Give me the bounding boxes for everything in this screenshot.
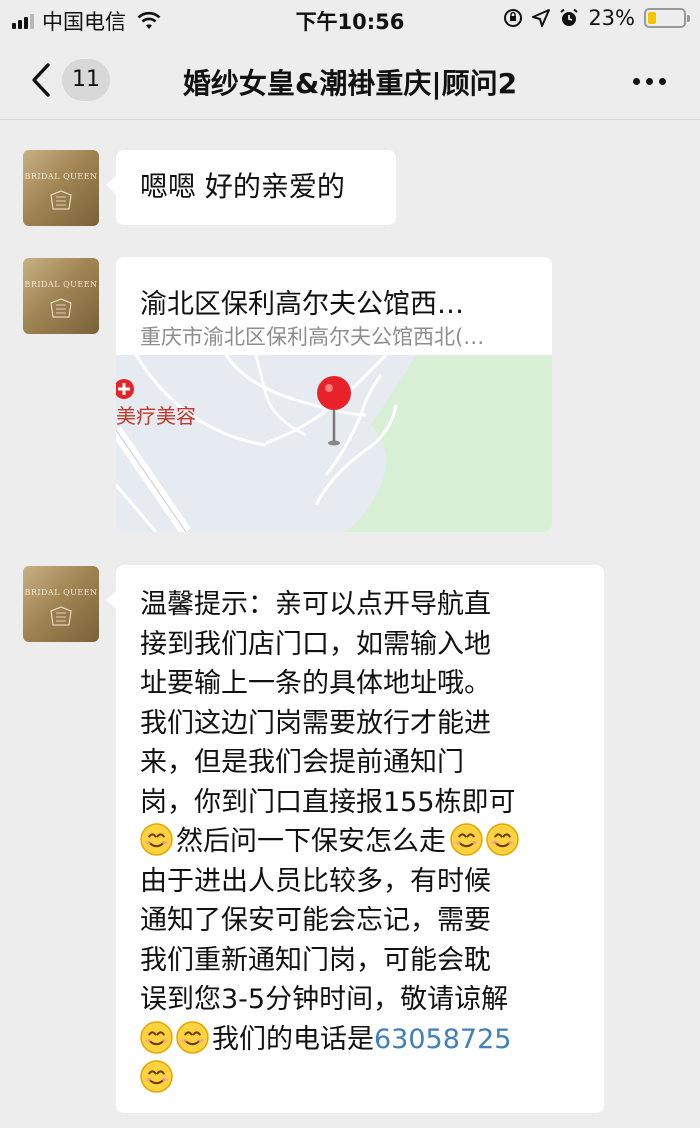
message-line: 岗，你到门口直接报155栋即可 bbox=[140, 786, 516, 818]
crest-icon bbox=[50, 298, 72, 318]
message-line: 我们重新通知门岗，可能会耽 bbox=[140, 944, 491, 976]
smile-emoji-icon bbox=[140, 823, 173, 856]
more-options-icon[interactable] bbox=[633, 78, 666, 85]
message-line: 址要输上一条的具体地址哦。 bbox=[140, 668, 491, 699]
location-title: 渝北区保利高尔夫公馆西… bbox=[140, 289, 464, 320]
message-line-with-emoji bbox=[140, 1059, 582, 1099]
location-address: 重庆市渝北区保利高尔夫公馆西北(… bbox=[140, 325, 485, 349]
message-line-with-emoji: 我们的电话是63058725 bbox=[140, 1020, 582, 1060]
avatar[interactable]: BRIDAL QUEEN bbox=[23, 258, 99, 334]
message-line: 接到我们店门口，如需输入地 bbox=[140, 628, 491, 660]
map-poi-label: 美疗美容 bbox=[116, 404, 196, 428]
message-line: 温馨提示：亲可以点开导航直 bbox=[140, 589, 491, 620]
crest-icon bbox=[50, 606, 72, 626]
battery-percent: 23% bbox=[588, 6, 635, 30]
message-line: 误到您3-5分钟时间，敬请谅解 bbox=[140, 984, 509, 1015]
battery-icon bbox=[644, 8, 690, 28]
chat-title: 婚纱女皇&潮褂重庆|顾问2 bbox=[182, 67, 518, 100]
avatar-brand-text: BRIDAL QUEEN bbox=[24, 588, 98, 597]
crest-icon bbox=[50, 190, 72, 210]
map-thumbnail[interactable]: 美疗美容 bbox=[116, 355, 552, 532]
avatar[interactable]: BRIDAL QUEEN bbox=[23, 566, 99, 642]
smile-emoji-icon bbox=[140, 1020, 173, 1054]
message-bubble[interactable]: 温馨提示：亲可以点开导航直 接到我们店门口，如需输入地 址要输上一条的具体地址哦… bbox=[106, 565, 604, 1113]
unread-count-badge[interactable]: 11 bbox=[62, 59, 110, 101]
smile-emoji-icon bbox=[486, 823, 519, 856]
message-line: 来，但是我们会提前通知门 bbox=[140, 747, 464, 778]
message-line: 通知了保安可能会忘记，需要 bbox=[140, 905, 491, 936]
rotation-lock-icon bbox=[504, 9, 523, 27]
smile-emoji-icon bbox=[176, 1020, 209, 1054]
avatar[interactable]: BRIDAL QUEEN bbox=[23, 150, 99, 226]
avatar-brand-text: BRIDAL QUEEN bbox=[24, 172, 98, 181]
message-text: 嗯嗯 好的亲爱的 bbox=[140, 170, 345, 203]
message-line: 由于进出人员比较多，有时候 bbox=[140, 865, 491, 897]
location-card[interactable]: 渝北区保利高尔夫公馆西… 重庆市渝北区保利高尔夫公馆西北(… 美疗美容 bbox=[116, 257, 552, 532]
smile-emoji-icon bbox=[140, 1060, 173, 1093]
avatar-brand-text: BRIDAL QUEEN bbox=[24, 280, 98, 289]
phone-number-link[interactable]: 63058725 bbox=[374, 1024, 511, 1055]
location-arrow-icon bbox=[532, 9, 551, 27]
status-bar: 中国电信 下午10:56 23% bbox=[0, 0, 700, 40]
message-bubble[interactable]: 嗯嗯 好的亲爱的 bbox=[106, 150, 396, 225]
smile-emoji-icon bbox=[450, 823, 483, 856]
back-arrow-icon[interactable] bbox=[26, 62, 60, 98]
map-pin-icon bbox=[317, 376, 351, 410]
chat-header: 11 婚纱女皇&潮褂重庆|顾问2 bbox=[0, 40, 700, 120]
message-line: 我们这边门岗需要放行才能进 bbox=[140, 707, 491, 739]
alarm-icon bbox=[560, 8, 578, 26]
message-line-with-emoji: 然后问一下保安怎么走 bbox=[140, 822, 582, 862]
message-text: 我们的电话是 bbox=[212, 1023, 374, 1055]
message-text: 然后问一下保安怎么走 bbox=[176, 826, 446, 857]
